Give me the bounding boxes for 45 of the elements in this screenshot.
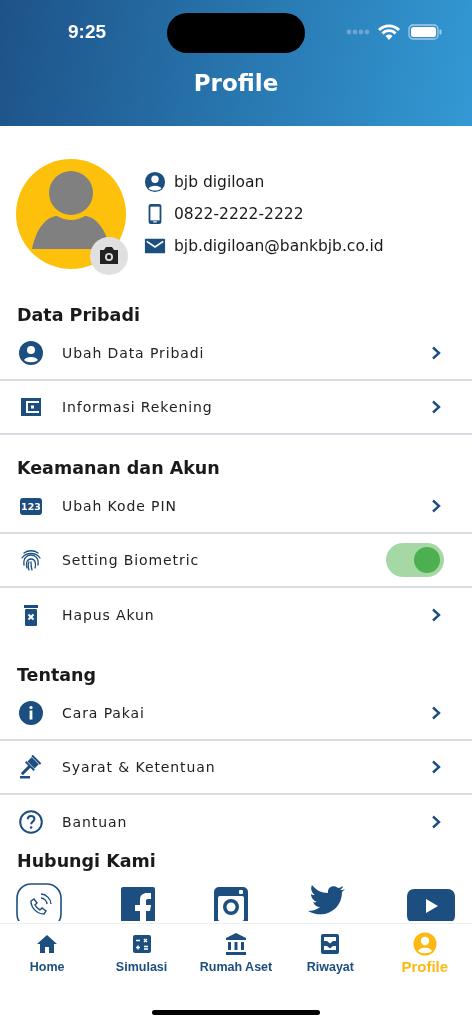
info-icon <box>19 701 43 725</box>
menu-item[interactable]: Informasi Rekening <box>0 381 472 435</box>
menu-item[interactable]: 123 Ubah Kode PIN <box>0 480 472 534</box>
person-icon <box>144 170 166 194</box>
chevron-right-icon <box>430 608 442 622</box>
gavel-icon <box>19 755 43 779</box>
wifi-icon <box>378 24 400 40</box>
bank-icon <box>223 932 248 956</box>
status-time: 9:25 <box>68 21 107 43</box>
battery-icon <box>408 24 442 40</box>
page-title: Profile <box>192 70 280 96</box>
menu-item[interactable]: Ubah Data Pribadi <box>0 327 472 381</box>
toggle-switch[interactable] <box>386 543 444 577</box>
person-icon <box>19 341 43 365</box>
user-name: bjb digiloan <box>174 173 265 191</box>
chevron-right-icon <box>430 815 442 829</box>
menu-item[interactable]: Syarat & Ketentuan <box>0 741 472 795</box>
avatar-icon <box>16 159 126 269</box>
chevron-right-icon <box>430 706 442 720</box>
section-title: Data Pribadi <box>16 304 141 327</box>
pin-pad-icon: 123 <box>20 497 42 515</box>
nav-tab[interactable]: Simulasi <box>94 932 189 975</box>
phone-icon[interactable] <box>16 883 62 921</box>
menu-item[interactable]: Cara Pakai <box>0 687 472 741</box>
camera-icon[interactable] <box>90 237 128 275</box>
chevron-right-icon <box>430 400 442 414</box>
nav-tab[interactable]: Riwayat <box>283 932 378 975</box>
menu-item[interactable]: Bantuan <box>0 795 472 849</box>
chevron-right-icon <box>430 499 442 513</box>
wallet-icon <box>19 395 43 419</box>
email-address: bjb.digiloan@bankbjb.co.id <box>174 237 384 255</box>
menu-item[interactable]: Setting Biometric <box>0 534 472 588</box>
help-icon <box>19 810 43 834</box>
section-title: Keamanan dan Akun <box>16 457 221 480</box>
section-title: Hubungi Kami <box>16 850 157 873</box>
nav-tab[interactable]: Home <box>0 932 95 975</box>
chevron-right-icon <box>430 760 442 774</box>
chevron-right-icon <box>430 346 442 360</box>
nav-tab[interactable]: Rumah Aset <box>188 932 283 975</box>
signal-icon <box>346 29 370 35</box>
section-title: Tentang <box>16 664 98 687</box>
phone-number: 0822-2222-2222 <box>174 205 304 223</box>
menu-item[interactable]: Hapus Akun <box>0 588 472 642</box>
person-icon <box>412 932 437 956</box>
fingerprint-icon <box>19 548 43 572</box>
